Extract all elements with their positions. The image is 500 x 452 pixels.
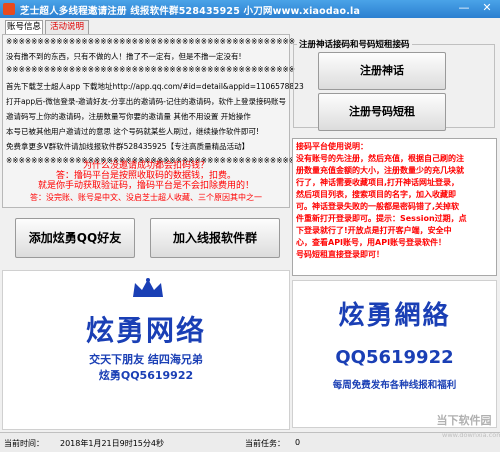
help-line: 没有账号的先注册，然后充值，根据自己刷的注	[296, 154, 464, 163]
separator-line: ※※※※※※※※※※※※※※※※※※※※※※※※※※※※※※※※※※※※※※※※…	[6, 37, 296, 46]
tasks-value: 0	[295, 438, 301, 447]
crown-icon	[133, 278, 163, 297]
instruction-line: 邀请码写上你的邀请码，注册数量写你要的邀请量 其他不用设置 开始操作	[6, 112, 251, 121]
faq-text: 为什么没邀请成功都会扣码钱？ 答：撸码平台是按照收取码的数据钱，扣费。 就是你手…	[2, 156, 290, 216]
help-line: 件重新打开登录即可。提示：Session过期，点	[296, 214, 467, 223]
banner-left-slogan: 交天下朋友 结四海兄弟	[89, 353, 203, 366]
separator-line: ※※※※※※※※※※※※※※※※※※※※※※※※※※※※※※※※※※※※※※※※…	[6, 65, 296, 74]
banner-right-title: 炫勇網絡	[338, 301, 451, 331]
faq-line: 就是你手动获取验证码，撸码平台是不会扣除费用的！	[37, 181, 254, 191]
help-line: 行了，神话需要收藏项目,打开神话网址登录，	[296, 178, 460, 187]
time-label: 当前时间：	[4, 439, 44, 448]
help-line: 下登录就行了!开放点是打开客户端，安全中	[296, 226, 452, 235]
minimize-button[interactable]: —	[453, 1, 475, 16]
xuanyong-banner-left[interactable]: 炫勇网络 交天下朋友 结四海兄弟 炫勇QQ5619922	[2, 270, 290, 430]
download-line: 首先下载芝士超人app 下载地址http://app.qq.com/#id=de…	[6, 82, 304, 91]
watermark-site: www.downxia.com	[442, 431, 500, 439]
banner-left-qq: 炫勇QQ5619922	[98, 369, 194, 382]
banner-right-qq: QQ5619922	[335, 347, 454, 368]
help-line: 心，查看API账号，用API账号登录软件！	[296, 238, 447, 247]
instruction-line: 打开app后-微信登录-邀请好友-分享出的邀请码-记住的邀请码，软件上登录接码账…	[6, 97, 286, 106]
xuanyong-banner-right[interactable]: 炫勇網絡 QQ5619922 每周免费发布各种线报和福利	[292, 280, 497, 428]
group-line: 免费拿更多V群软件请加线报软件群528435925【专注高质量精品活动】	[6, 142, 250, 151]
help-line: 然后项目列表，搜索项目的名字，加入收藏即	[296, 190, 456, 199]
help-textbox[interactable]: 接码平台使用说明： 没有账号的先注册，然后充值，根据自己刷的注 册数量充值金额的…	[292, 138, 497, 276]
slogan-line: 没有撸不到的东西，只有不做的人！撸了不一定有，但是不撸一定没有!	[6, 52, 242, 61]
tab-bar: 账号信息 活动说明	[0, 18, 500, 34]
time-value: 2018年1月21日9时15分4秒	[60, 439, 164, 448]
help-line: 接码平台使用说明：	[296, 142, 368, 151]
tab-account-info[interactable]: 账号信息	[5, 20, 43, 34]
add-qq-friend-button[interactable]: 添加炫勇QQ好友	[15, 218, 135, 258]
register-shenhua-button[interactable]: 注册神话	[318, 52, 446, 90]
title-bar[interactable]: 芝士超人多线程邀请注册 线报软件群528435925 小刀网www.xiaoda…	[0, 0, 500, 18]
help-line: 号码短租直接登录即可！	[296, 250, 384, 259]
banner-left-title: 炫勇网络	[85, 314, 206, 347]
window-title: 芝士超人多线程邀请注册 线报软件群528435925 小刀网www.xiaoda…	[20, 6, 361, 17]
app-icon	[3, 3, 15, 15]
help-line: 册数量充值金额的大小，注册数量少的充几块就	[296, 166, 464, 175]
status-bar: 当前时间： 2018年1月21日9时15分4秒 当前任务： 0	[0, 432, 500, 452]
tasks-label: 当前任务：	[245, 439, 285, 448]
close-button[interactable]: ✕	[476, 1, 498, 16]
register-sms-button[interactable]: 注册号码短租	[318, 93, 446, 131]
register-groupbox-legend: 注册神话接码和号码短租接码	[297, 38, 412, 50]
faq-line: 答：没完账、账号是中文、没启芝士超人收藏、三个原因其中之一	[30, 193, 262, 202]
instruction-line: 本号已被其他用户邀请过的意思 这个号码就某些人刷过，继续操作软件即可!	[6, 127, 259, 136]
tab-activity-notes[interactable]: 活动说明	[45, 20, 89, 34]
banner-right-slogan: 每周免费发布各种线报和福利	[332, 380, 457, 391]
help-line: 可。神话登录失败的一般都是密码错了,关掉软	[296, 202, 460, 211]
join-group-button[interactable]: 加入线报软件群	[150, 218, 280, 258]
